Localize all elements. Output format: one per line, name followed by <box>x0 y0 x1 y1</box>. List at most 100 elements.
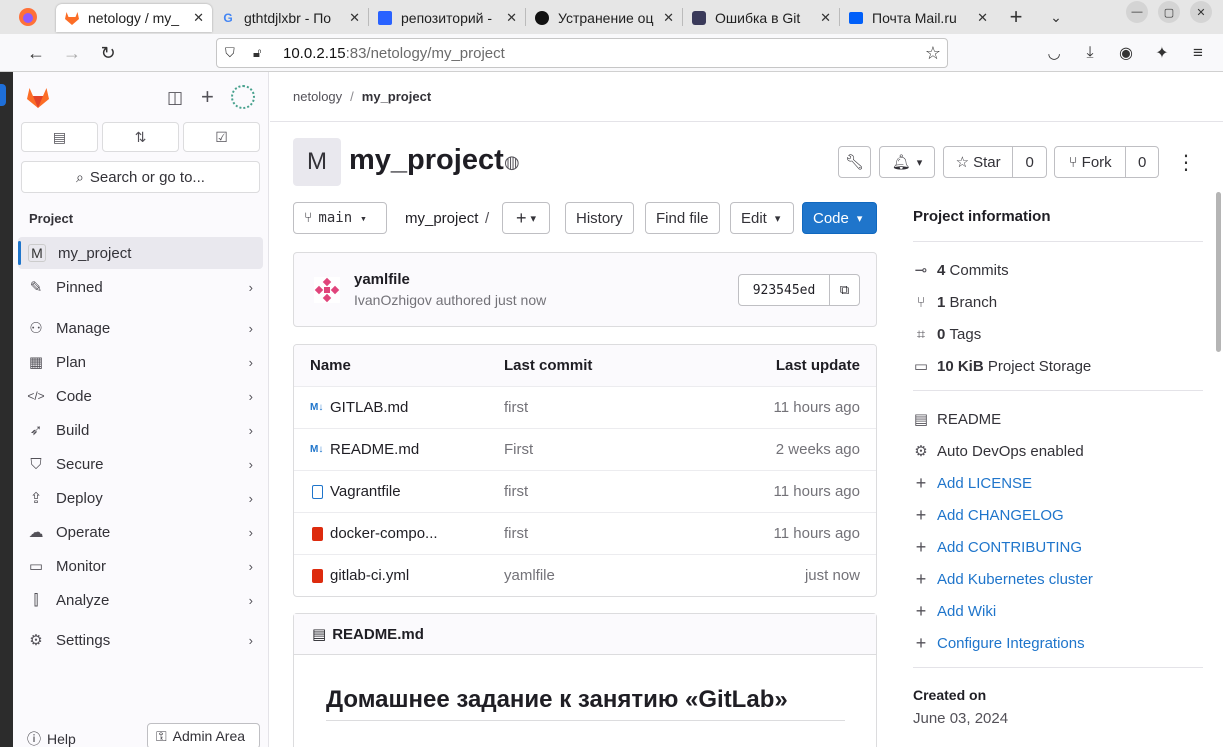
extensions-icon[interactable]: ✦ <box>1146 37 1178 69</box>
hamburger-menu-icon[interactable]: ≡ <box>1182 37 1214 69</box>
new-tab-icon[interactable]: + <box>996 4 1036 30</box>
file-last-commit[interactable]: yamlfile <box>504 567 555 584</box>
file-last-commit[interactable]: first <box>504 525 528 542</box>
minimize-icon[interactable]: — <box>1126 1 1148 23</box>
readme-file-label[interactable]: README.md <box>332 626 424 643</box>
breadcrumb-group[interactable]: netology <box>293 89 342 104</box>
add-license-link[interactable]: + Add LICENSE <box>913 472 1032 494</box>
sidebar-item-operate[interactable]: ☁ Operate › <box>18 516 263 548</box>
sidebar-item-manage[interactable]: ⚇ Manage › <box>18 312 263 344</box>
add-contributing-link[interactable]: + Add CONTRIBUTING <box>913 536 1082 558</box>
issues-icon[interactable]: ▤ <box>21 122 98 152</box>
merge-requests-icon[interactable]: ⇅ <box>102 122 179 152</box>
file-name[interactable]: Vagrantfile <box>330 483 401 500</box>
reload-icon[interactable]: ↻ <box>92 37 124 69</box>
auto-devops-link[interactable]: ⚙ Auto DevOps enabled <box>913 440 1084 462</box>
stat-tags[interactable]: ⌗ 0 Tags <box>913 323 981 345</box>
sidebar-item-code[interactable]: </> Code › <box>18 380 263 412</box>
table-row[interactable]: Vagrantfile first 11 hours ago <box>294 470 876 512</box>
readme-link[interactable]: ▤ README <box>913 408 1001 430</box>
close-icon[interactable]: ✕ <box>506 10 517 26</box>
branch-selector[interactable]: ⑂ main ▾ <box>293 202 387 234</box>
sidebar-item-monitor[interactable]: ▭ Monitor › <box>18 550 263 582</box>
history-button[interactable]: History <box>565 202 634 234</box>
sidebar-item-pinned[interactable]: ✎ Pinned › <box>18 271 263 303</box>
account-icon[interactable]: ◉ <box>1110 37 1142 69</box>
firefox-menu[interactable] <box>0 0 56 34</box>
settings-wrench-button[interactable]: 🔧︎ <box>838 146 871 178</box>
sidebar-item-project[interactable]: M my_project <box>18 237 263 269</box>
close-window-icon[interactable]: ✕ <box>1190 1 1212 23</box>
close-icon[interactable]: ✕ <box>663 10 674 26</box>
table-row[interactable]: gitlab-ci.yml yamlfile just now <box>294 554 876 596</box>
stat-commits[interactable]: ⊸ 4 Commits <box>913 259 1009 281</box>
close-icon[interactable]: ✕ <box>820 10 831 26</box>
download-icon[interactable]: ⤓ <box>1074 37 1106 69</box>
table-row[interactable]: M↓ README.md First 2 weeks ago <box>294 428 876 470</box>
tab-yandex[interactable]: репозиторий - ✕ <box>369 4 525 32</box>
search-button[interactable]: ⌕ Search or go to... <box>21 161 260 193</box>
file-last-commit[interactable]: First <box>504 441 533 458</box>
chevron-down-icon[interactable]: ⌄ <box>1036 9 1076 26</box>
add-kubernetes-link[interactable]: + Add Kubernetes cluster <box>913 568 1093 590</box>
close-icon[interactable]: ✕ <box>977 10 988 26</box>
commit-sha[interactable]: 923545ed <box>738 274 830 306</box>
file-name[interactable]: GITLAB.md <box>330 399 408 416</box>
todo-icon[interactable]: ☑ <box>183 122 260 152</box>
path-root[interactable]: my_project <box>405 210 478 227</box>
gitlab-logo-icon[interactable] <box>25 84 51 110</box>
file-last-commit[interactable]: first <box>504 399 528 416</box>
help-button[interactable]: ⓘ Help <box>27 729 76 747</box>
breadcrumb-project[interactable]: my_project <box>362 89 431 104</box>
pocket-icon[interactable]: ◡ <box>1038 37 1070 69</box>
stat-storage[interactable]: ▭ 10 KiB Project Storage <box>913 355 1091 377</box>
url-bar[interactable]: ⛉ 🔓︎ 10.0.2.15:83/netology/my_project ☆ <box>216 38 948 68</box>
maximize-icon[interactable]: ▢ <box>1158 1 1180 23</box>
admin-area-button[interactable]: ⚿ Admin Area <box>147 723 260 747</box>
shield-icon[interactable]: ⛉ <box>225 45 241 61</box>
forward-arrow-icon[interactable]: → <box>56 37 88 69</box>
insecure-lock-icon[interactable]: 🔓︎ <box>253 45 269 61</box>
sidebar-item-build[interactable]: ➶ Build › <box>18 414 263 446</box>
tab-google[interactable]: G gthtdjlxbr - По ✕ <box>212 4 368 32</box>
toggle-sidebar-icon[interactable]: ◫ <box>167 88 183 108</box>
sidebar-item-secure[interactable]: ⛉ Secure › <box>18 448 263 480</box>
configure-integrations-link[interactable]: + Configure Integrations <box>913 632 1085 654</box>
stat-branches[interactable]: ⑂ 1 Branch <box>913 291 997 313</box>
add-wiki-link[interactable]: + Add Wiki <box>913 600 996 622</box>
sidebar-item-analyze[interactable]: ⫿ Analyze › <box>18 584 263 616</box>
star-count[interactable]: 0 <box>1013 154 1046 171</box>
tab-github[interactable]: Устранение оц ✕ <box>526 4 682 32</box>
file-name[interactable]: README.md <box>330 441 419 458</box>
sidebar-item-plan[interactable]: ▦ Plan › <box>18 346 263 378</box>
add-to-tree-button[interactable]: + ▾ <box>502 202 550 234</box>
tab-gitlab[interactable]: netology / my_ ✕ <box>56 4 212 32</box>
file-name[interactable]: gitlab-ci.yml <box>330 567 409 584</box>
page-scrollbar[interactable] <box>1216 192 1221 352</box>
create-new-icon[interactable]: + <box>201 84 214 110</box>
fork-count[interactable]: 0 <box>1126 154 1158 171</box>
tab-mail[interactable]: Почта Mail.ru ✕ <box>840 4 996 32</box>
file-last-commit[interactable]: first <box>504 483 528 500</box>
avatar[interactable] <box>231 85 255 109</box>
avatar[interactable] <box>314 277 340 303</box>
code-dropdown[interactable]: Code ▾ <box>802 202 877 234</box>
file-name[interactable]: docker-compo... <box>330 525 438 542</box>
close-icon[interactable]: ✕ <box>349 10 360 26</box>
more-actions-icon[interactable]: ⋮ <box>1176 150 1196 175</box>
copy-sha-button[interactable]: ⧉ <box>829 274 860 306</box>
sidebar-item-settings[interactable]: ⚙ Settings › <box>18 624 263 656</box>
tab-git-error[interactable]: Ошибка в Git ✕ <box>683 4 839 32</box>
table-row[interactable]: M↓ GITLAB.md first 11 hours ago <box>294 386 876 428</box>
bookmark-star-icon[interactable]: ☆ <box>925 43 941 64</box>
close-icon[interactable]: ✕ <box>193 10 204 26</box>
add-changelog-link[interactable]: + Add CHANGELOG <box>913 504 1064 526</box>
fork-button[interactable]: ⑂ Fork 0 <box>1054 146 1159 178</box>
star-button[interactable]: ☆ Star 0 <box>943 146 1047 178</box>
commit-author[interactable]: IvanOzhigov <box>354 292 432 308</box>
back-arrow-icon[interactable]: ← <box>20 37 52 69</box>
table-row[interactable]: docker-compo... first 11 hours ago <box>294 512 876 554</box>
edit-dropdown[interactable]: Edit ▾ <box>730 202 794 234</box>
find-file-button[interactable]: Find file <box>645 202 720 234</box>
sidebar-item-deploy[interactable]: ⇪ Deploy › <box>18 482 263 514</box>
